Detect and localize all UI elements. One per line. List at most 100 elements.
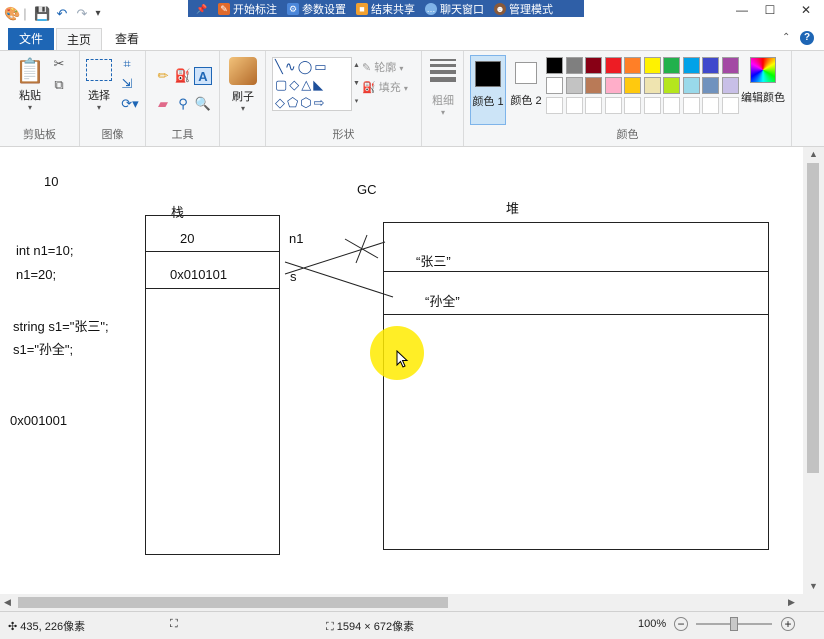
paint-app-icon[interactable]: 🎨 [4, 5, 20, 23]
palette-color-swatch[interactable] [565, 77, 583, 94]
palette-color-swatch[interactable] [624, 77, 641, 94]
size-lines-icon [430, 59, 456, 82]
color2-label: 颜色 2 [510, 95, 542, 107]
chat-window-button[interactable]: … 聊天窗口 [425, 1, 484, 17]
brush-icon [229, 57, 257, 85]
end-share-button[interactable]: ■ 结束共享 [356, 1, 415, 17]
help-icon[interactable]: ? [800, 31, 814, 45]
paste-button[interactable]: 📋 粘贴 ▾ [12, 57, 48, 112]
custom-color-slot[interactable] [643, 97, 661, 114]
palette-color-swatch[interactable] [546, 57, 563, 74]
save-icon[interactable]: 💾 [34, 5, 50, 23]
outline-label: 轮廓 [374, 62, 397, 74]
outline-button[interactable]: ✎ 轮廓 ▾ [362, 59, 403, 75]
maximize-button[interactable]: ☐ [758, 0, 782, 20]
horizontal-scrollbar[interactable]: ◀ ▶ [0, 594, 803, 611]
custom-color-slot[interactable] [565, 97, 583, 114]
tab-file[interactable]: 文件 [8, 28, 54, 50]
custom-color-slot[interactable] [624, 97, 641, 114]
palette-color-swatch[interactable] [565, 57, 583, 74]
size-button[interactable]: 粗细 ▾ [426, 59, 460, 117]
admin-mode-label: 管理模式 [509, 3, 553, 16]
rotate-icon[interactable]: ⟳▾ [118, 95, 142, 113]
palette-color-swatch[interactable] [643, 57, 661, 74]
edit-colors-button[interactable]: 编辑颜色 [736, 57, 790, 105]
magnifier-icon[interactable]: 🔍 [194, 95, 212, 113]
image-group: 选择 ▾ ⌗ ⇲ ⟳▾ 图像 [80, 51, 146, 146]
shapes-scroll[interactable]: ▲ ▼ ▾ [352, 57, 361, 111]
tab-view[interactable]: 查看 [104, 28, 150, 50]
redo-icon[interactable]: ↷ [74, 5, 90, 23]
settings-button[interactable]: ⚙ 参数设置 [287, 1, 346, 17]
palette-color-swatch[interactable] [702, 77, 719, 94]
zoom-slider-thumb[interactable] [730, 617, 738, 631]
crop-icon[interactable]: ⌗ [118, 55, 136, 73]
palette-color-swatch[interactable] [604, 57, 622, 74]
minimize-ribbon-icon[interactable]: ⌃ [782, 32, 790, 43]
canvas-size-value: 1594 × 672像素 [336, 621, 415, 633]
zoom-in-button[interactable]: + [781, 617, 795, 631]
palette-color-swatch[interactable] [624, 57, 641, 74]
color2-swatch [515, 62, 537, 84]
close-button[interactable]: ✕ [788, 0, 824, 20]
pin-icon: 📌 [196, 3, 208, 14]
scroll-right-icon[interactable]: ▶ [788, 597, 795, 608]
color-picker-icon[interactable]: ⚲ [174, 95, 192, 113]
palette-color-swatch[interactable] [663, 57, 680, 74]
fill-bucket-icon[interactable]: ⛽ [174, 67, 192, 85]
resize-icon[interactable]: ⇲ [118, 75, 136, 93]
minimize-button[interactable]: — [730, 0, 754, 20]
color1-button[interactable]: 颜色 1 [470, 55, 506, 125]
pencil-icon[interactable]: ✏ [154, 67, 172, 85]
eraser-icon[interactable]: ▰ [154, 95, 172, 113]
cut-icon[interactable]: ✂ [50, 55, 68, 73]
chevron-down-icon: ▾ [27, 103, 32, 112]
start-annotate-button[interactable]: ✎ 开始标注 [218, 1, 277, 17]
admin-mode-button[interactable]: ☻ 管理模式 [494, 1, 553, 17]
palette-color-swatch[interactable] [604, 77, 622, 94]
image-group-label: 图像 [101, 129, 124, 141]
chevron-down-icon: ▾ [403, 84, 408, 93]
undo-icon[interactable]: ↶ [54, 5, 70, 23]
fill-label: 填充 [378, 82, 401, 94]
chevron-down-icon: ▾ [399, 64, 404, 73]
tab-home[interactable]: 主页 [56, 28, 102, 50]
scroll-up-icon[interactable]: ▲ [809, 149, 818, 159]
scroll-left-icon[interactable]: ◀ [4, 597, 11, 608]
custom-color-slot[interactable] [682, 97, 700, 114]
scroll-down-icon[interactable]: ▼ [809, 581, 818, 591]
palette-color-swatch[interactable] [585, 57, 602, 74]
palette-color-swatch[interactable] [702, 57, 719, 74]
custom-color-slot[interactable] [702, 97, 719, 114]
custom-color-slot[interactable] [546, 97, 563, 114]
pointer-line-new [284, 261, 394, 298]
palette-color-swatch[interactable] [663, 77, 680, 94]
custom-color-slot[interactable] [604, 97, 622, 114]
customize-quick-access-icon[interactable]: ▾ [92, 5, 104, 23]
palette-color-swatch[interactable] [643, 77, 661, 94]
fill-button[interactable]: ⛽ 填充 ▾ [362, 79, 408, 95]
palette-color-swatch[interactable] [585, 77, 602, 94]
zoom-out-button[interactable]: − [674, 617, 688, 631]
custom-color-slot[interactable] [585, 97, 602, 114]
palette-color-swatch[interactable] [546, 77, 563, 94]
pin-button[interactable]: 📌 [196, 3, 208, 15]
canvas-size: ⛶ 1594 × 672像素 [326, 618, 414, 634]
color-wheel-icon [750, 57, 776, 83]
vertical-scroll-thumb[interactable] [807, 163, 819, 473]
brushes-button[interactable]: 刷子 ▾ [224, 57, 262, 113]
copy-icon[interactable]: ⧉ [50, 76, 68, 94]
palette-color-swatch[interactable] [682, 77, 700, 94]
select-button[interactable]: 选择 ▾ [82, 57, 116, 112]
palette-color-swatch[interactable] [682, 57, 700, 74]
end-share-label: 结束共享 [371, 3, 415, 16]
text-icon[interactable]: A [194, 67, 212, 85]
meeting-toolbar: 📌 ✎ 开始标注 ⚙ 参数设置 ■ 结束共享 … 聊天窗口 ☻ 管理模式 [188, 0, 584, 17]
shapes-gallery[interactable]: ╲∿◯▭ ▢◇△◣ ◇⬠⬡⇨ [272, 57, 352, 111]
chevron-down-icon: ▾ [240, 104, 245, 113]
drawing-canvas[interactable]: 10 GC 栈 堆 int n1=10; n1=20; string s1="张… [0, 147, 803, 594]
horizontal-scroll-thumb[interactable] [18, 597, 448, 608]
custom-color-slot[interactable] [663, 97, 680, 114]
color2-button[interactable]: 颜色 2 [508, 55, 544, 125]
vertical-scrollbar[interactable]: ▲ ▼ [803, 147, 824, 594]
